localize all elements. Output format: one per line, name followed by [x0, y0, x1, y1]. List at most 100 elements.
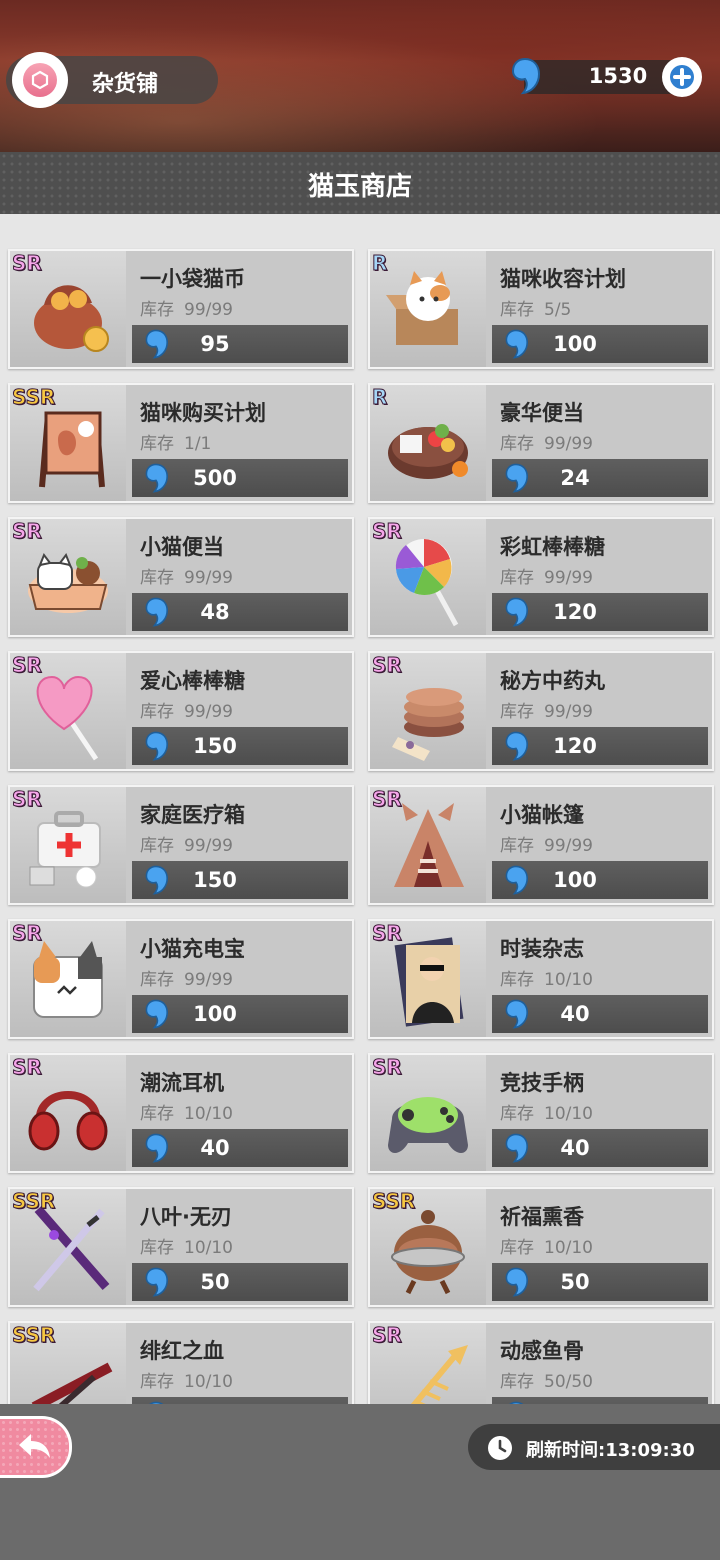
blue-drop-icon — [145, 329, 169, 359]
blue-drop-icon — [505, 865, 529, 895]
blue-drop-icon — [145, 999, 169, 1029]
item-stock: 库存 50/50 — [500, 1367, 593, 1392]
buy-button[interactable]: 120 — [492, 593, 708, 631]
stock-label: 库存 — [140, 568, 174, 588]
item-name: 豪华便当 — [500, 401, 584, 425]
blue-drop-icon — [505, 597, 529, 627]
item-price: 24 — [560, 466, 590, 490]
shop-item-card[interactable]: SR 小猫便当 库存 99/99 48 — [8, 517, 354, 637]
refresh-label: 刷新时间: — [526, 1440, 606, 1461]
shop-item-card[interactable]: SR 秘方中药丸 库存 99/99 120 — [368, 651, 714, 771]
shop-item-card[interactable]: SSR 八叶·无刃 库存 10/10 50 — [8, 1187, 354, 1307]
item-name: 潮流耳机 — [140, 1071, 224, 1095]
item-stock: 库存 10/10 — [500, 1099, 593, 1124]
signboard-icon — [39, 411, 105, 488]
rarity-badge: SR — [12, 921, 43, 946]
shop-item-card[interactable]: SR 彩虹棒棒糖 库存 99/99 120 — [368, 517, 714, 637]
blue-drop-icon — [145, 463, 169, 493]
rarity-badge: SR — [12, 251, 43, 276]
buy-button[interactable]: 40 — [132, 1129, 348, 1167]
add-currency-button[interactable] — [662, 57, 702, 97]
item-image: SR — [10, 519, 126, 635]
rarity-badge: SR — [12, 653, 43, 678]
shop-item-card[interactable]: SR 小猫帐篷 库存 99/99 100 — [368, 785, 714, 905]
rarity-badge: SR — [12, 1055, 43, 1080]
buy-button[interactable]: 100 — [132, 995, 348, 1033]
item-name: 绯红之血 — [140, 1339, 224, 1363]
shop-item-card[interactable]: SR 家庭医疗箱 库存 99/99 150 — [8, 785, 354, 905]
shop-item-card[interactable]: SR 动感鱼骨 库存 50/50 — [368, 1321, 714, 1404]
buy-button[interactable]: 40 — [492, 1129, 708, 1167]
shop-item-card[interactable]: SR 潮流耳机 库存 10/10 40 — [8, 1053, 354, 1173]
shop-title-band: 猫玉商店 — [0, 152, 720, 214]
stock-label: 库存 — [140, 836, 174, 856]
back-arrow-icon — [18, 1434, 50, 1458]
rarity-badge: R — [371, 385, 388, 410]
buy-button[interactable]: 40 — [492, 995, 708, 1033]
item-name: 动感鱼骨 — [500, 1339, 584, 1363]
item-price: 50 — [560, 1270, 590, 1294]
rarity-badge: SSR — [11, 1189, 56, 1214]
shop-item-card[interactable]: SSR 绯红之血 库存 10/10 — [8, 1321, 354, 1404]
buy-button[interactable]: 50 — [492, 1263, 708, 1301]
item-image: SR — [10, 653, 126, 769]
shop-item-card[interactable]: SR 小猫充电宝 库存 99/99 100 — [8, 919, 354, 1039]
blue-drop-icon — [145, 865, 169, 895]
item-name: 时装杂志 — [500, 937, 584, 961]
buy-button[interactable]: 120 — [492, 727, 708, 765]
stock-label: 库存 — [140, 1238, 174, 1258]
item-stock: 库存 99/99 — [140, 563, 233, 588]
shop-item-card[interactable]: SR 竞技手柄 库存 10/10 40 — [368, 1053, 714, 1173]
rarity-badge: SR — [12, 787, 43, 812]
item-name: 彩虹棒棒糖 — [500, 535, 605, 559]
buy-button[interactable]: 100 — [492, 861, 708, 899]
buy-button[interactable]: 24 — [492, 459, 708, 497]
rarity-badge: SR — [372, 1055, 403, 1080]
item-name: 小猫帐篷 — [500, 803, 584, 827]
shop-item-card[interactable]: R 猫咪收容计划 库存 5/5 100 — [368, 249, 714, 369]
scissors-icon — [31, 1362, 113, 1404]
buy-button[interactable]: 500 — [132, 459, 348, 497]
blue-drop-icon — [511, 57, 541, 95]
buy-button[interactable]: 95 — [132, 325, 348, 363]
item-grid: SR 一小袋猫币 库存 99/99 95 R 猫咪收容计划 库存 5/5 100 SSR 猫咪购买计划… — [8, 249, 714, 1404]
stock-count: 99/99 — [184, 970, 233, 990]
item-price: 100 — [553, 332, 597, 356]
item-list[interactable]: SR 一小袋猫币 库存 99/99 95 R 猫咪收容计划 库存 5/5 100 SSR 猫咪购买计划… — [0, 214, 720, 1404]
cat-tent-icon — [394, 803, 464, 887]
buy-button[interactable]: 150 — [132, 727, 348, 765]
shop-item-card[interactable]: SR 一小袋猫币 库存 99/99 95 — [8, 249, 354, 369]
stock-count: 10/10 — [544, 1104, 593, 1124]
shop-item-card[interactable]: SR 爱心棒棒糖 库存 99/99 150 — [8, 651, 354, 771]
shop-item-card[interactable]: SSR 祈福熏香 库存 10/10 50 — [368, 1187, 714, 1307]
incense-burner-icon — [391, 1210, 465, 1295]
cat-box-icon — [386, 271, 458, 345]
buy-button[interactable]: 150 — [132, 861, 348, 899]
rarity-badge: SSR — [371, 1189, 416, 1214]
item-price: 150 — [193, 734, 237, 758]
buy-button[interactable]: 100 — [492, 325, 708, 363]
blue-drop-icon — [505, 463, 529, 493]
stock-label: 库存 — [500, 434, 534, 454]
item-price: 120 — [553, 600, 597, 624]
rarity-badge: SSR — [11, 385, 56, 410]
back-button[interactable] — [0, 1416, 72, 1478]
stock-count: 10/10 — [544, 1238, 593, 1258]
item-price: 40 — [560, 1002, 590, 1026]
page-title: 猫玉商店 — [307, 172, 412, 202]
buy-button[interactable]: 48 — [132, 593, 348, 631]
currency-amount: 1530 — [588, 64, 648, 88]
shop-item-card[interactable]: SR 时装杂志 库存 10/10 40 — [368, 919, 714, 1039]
buy-button[interactable] — [132, 1397, 348, 1404]
shop-name-pill[interactable]: 杂货铺 — [6, 52, 218, 108]
buy-button[interactable] — [492, 1397, 708, 1404]
shop-item-card[interactable]: SSR 猫咪购买计划 库存 1/1 500 — [8, 383, 354, 503]
item-price: 40 — [560, 1136, 590, 1160]
item-name: 八叶·无刃 — [140, 1205, 232, 1229]
buy-button[interactable]: 50 — [132, 1263, 348, 1301]
item-name: 一小袋猫币 — [140, 267, 245, 291]
stock-label: 库存 — [500, 702, 534, 722]
shop-item-card[interactable]: R 豪华便当 库存 99/99 24 — [368, 383, 714, 503]
rarity-badge: R — [371, 251, 388, 276]
stock-label: 库存 — [500, 970, 534, 990]
